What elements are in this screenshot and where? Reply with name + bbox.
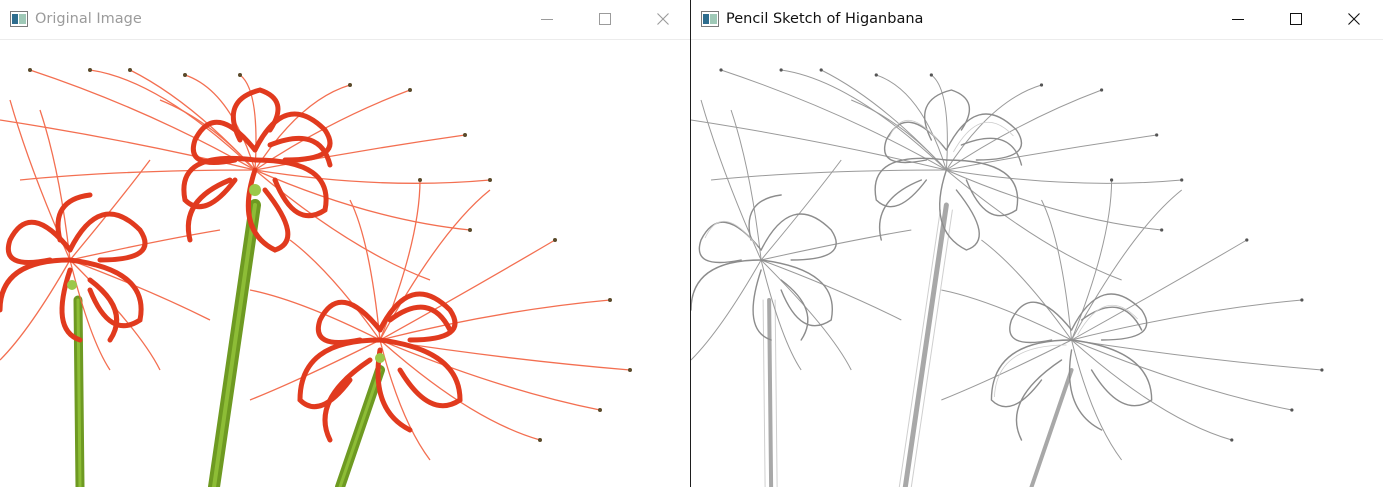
maximize-button[interactable] — [1267, 0, 1325, 39]
sketch-anthers — [719, 68, 1324, 442]
pencil-sketch-view — [691, 40, 1383, 487]
pencil-sketch-window[interactable]: Pencil Sketch of Higanbana — [691, 0, 1383, 487]
flower-anthers — [28, 68, 632, 442]
original-image-view — [0, 40, 690, 487]
close-button[interactable] — [1325, 0, 1383, 39]
minimize-icon — [541, 19, 553, 20]
app-icon — [10, 11, 28, 27]
maximize-icon — [1290, 13, 1302, 25]
sketch-stems — [762, 202, 1074, 487]
pencil-sketch-image — [691, 68, 1324, 487]
maximize-button[interactable] — [576, 0, 634, 39]
title-bar[interactable]: Original Image — [0, 0, 690, 40]
window-title: Original Image — [35, 11, 142, 27]
close-icon — [1348, 13, 1360, 25]
window-title: Pencil Sketch of Higanbana — [726, 11, 924, 27]
spider-lily-photo — [0, 68, 632, 487]
minimize-icon — [1232, 19, 1244, 20]
title-bar[interactable]: Pencil Sketch of Higanbana — [691, 0, 1383, 40]
app-icon — [701, 11, 719, 27]
minimize-button[interactable] — [1209, 0, 1267, 39]
close-button[interactable] — [634, 0, 690, 39]
maximize-icon — [599, 13, 611, 25]
minimize-button[interactable] — [518, 0, 576, 39]
close-icon — [657, 13, 669, 25]
original-image-window[interactable]: Original Image — [0, 0, 691, 487]
